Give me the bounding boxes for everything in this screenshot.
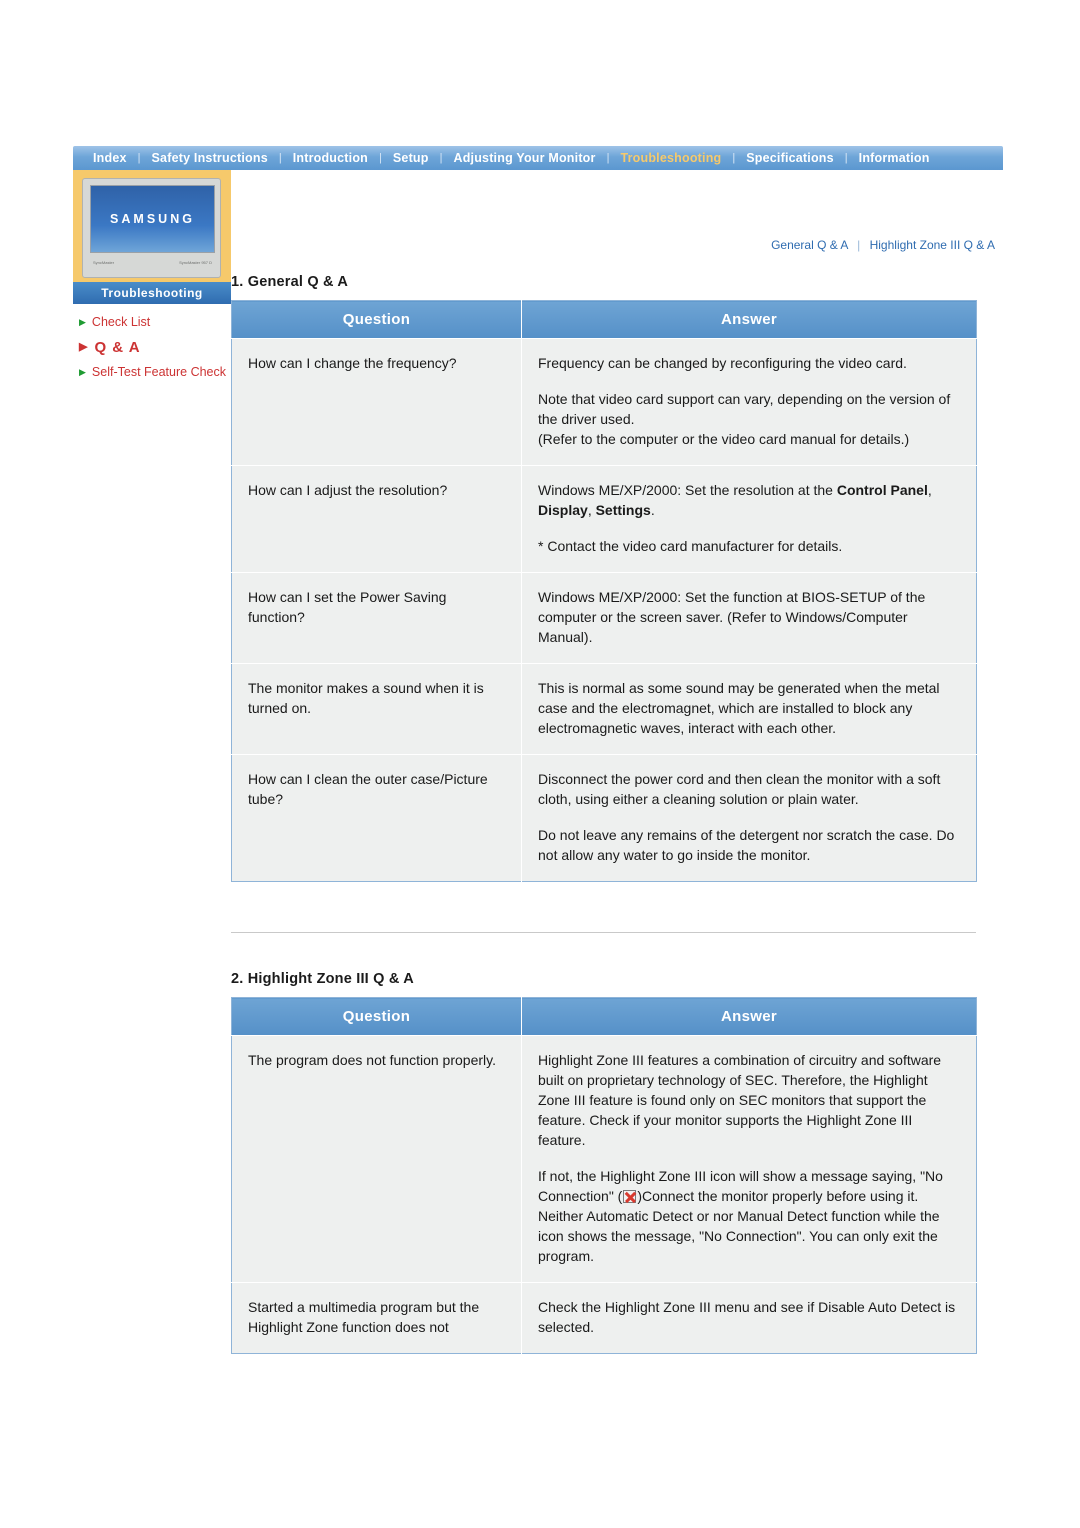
nav-item-safety-instructions[interactable]: Safety Instructions <box>142 151 278 165</box>
nav-item-specifications[interactable]: Specifications <box>736 151 844 165</box>
answer-paragraph: (Refer to the computer or the video card… <box>538 431 910 447</box>
nav-item-troubleshooting[interactable]: Troubleshooting <box>610 151 731 165</box>
main-content: General Q & A | Highlight Zone III Q & A… <box>231 180 1003 1354</box>
nav-item-introduction[interactable]: Introduction <box>283 151 378 165</box>
answer-paragraph: Windows ME/XP/2000: Set the resolution a… <box>538 482 932 518</box>
answer-cell: Check the Highlight Zone III menu and se… <box>521 1282 977 1354</box>
question-text: Started a multimedia program but the Hig… <box>248 1299 480 1335</box>
highlight-zone-qa-table: Question Answer The program does not fun… <box>231 997 977 1354</box>
nav-item-adjusting-your-monitor[interactable]: Adjusting Your Monitor <box>443 151 605 165</box>
question-text: The program does not function properly. <box>248 1052 496 1068</box>
table-row: The monitor makes a sound when it is tur… <box>231 663 977 755</box>
answer-cell: Frequency can be changed by reconfigurin… <box>521 338 977 466</box>
sidebar: SAMSUNG SyncMaster SyncMaster 957 D Trou… <box>73 170 231 389</box>
no-connection-icon <box>623 1190 637 1203</box>
question-cell: The monitor makes a sound when it is tur… <box>231 663 522 755</box>
table-row: How can I clean the outer case/Picture t… <box>231 754 977 882</box>
sidebar-item-label: Q & A <box>94 339 141 356</box>
page-root: Index | Safety Instructions | Introducti… <box>0 0 1080 1528</box>
sidebar-links: ▶ Check List ▶ Q & A ▶ Self-Test Feature… <box>73 304 231 381</box>
table-row: How can I set the Power Saving function?… <box>231 572 977 664</box>
question-cell: How can I set the Power Saving function? <box>231 572 522 664</box>
section-divider <box>231 932 976 933</box>
answer-cell: Windows ME/XP/2000: Set the function at … <box>521 572 977 664</box>
breadcrumb: General Q & A | Highlight Zone III Q & A <box>231 238 1003 252</box>
general-qa-table: Question Answer How can I change the fre… <box>231 300 977 882</box>
nav-item-index[interactable]: Index <box>83 151 137 165</box>
samsung-logo: SAMSUNG <box>110 212 195 226</box>
column-header-question: Question <box>231 997 522 1036</box>
section-title-highlight-zone-qa: 2. Highlight Zone III Q & A <box>231 971 414 987</box>
breadcrumb-link-highlight-zone-qa[interactable]: Highlight Zone III Q & A <box>870 238 995 252</box>
answer-paragraph: * Contact the video card manufacturer fo… <box>538 538 843 554</box>
question-text: How can I clean the outer case/Picture t… <box>248 771 488 807</box>
question-text: How can I set the Power Saving function? <box>248 589 447 625</box>
sidebar-item-self-test-feature-check[interactable]: ▶ Self-Test Feature Check <box>73 364 231 381</box>
question-cell: How can I change the frequency? <box>231 338 522 466</box>
answer-cell: Highlight Zone III features a combinatio… <box>521 1035 977 1283</box>
sidebar-section-banner: Troubleshooting <box>73 282 231 304</box>
column-header-answer: Answer <box>521 300 977 339</box>
answer-paragraph: Note that video card support can vary, d… <box>538 391 951 427</box>
top-navigation-bar: Index | Safety Instructions | Introducti… <box>73 146 1003 170</box>
table-header-row: Question Answer <box>231 300 977 339</box>
arrow-right-icon: ▶ <box>79 317 86 327</box>
question-cell: How can I clean the outer case/Picture t… <box>231 754 522 882</box>
sidebar-item-label: Check List <box>91 315 151 329</box>
column-header-question: Question <box>231 300 522 339</box>
question-cell: The program does not function properly. <box>231 1035 522 1283</box>
monitor-base: SyncMaster SyncMaster 957 D <box>90 256 215 268</box>
nav-item-setup[interactable]: Setup <box>383 151 439 165</box>
table-row: Started a multimedia program but the Hig… <box>231 1282 977 1354</box>
arrow-right-icon: ▶ <box>79 341 89 353</box>
question-text: How can I adjust the resolution? <box>248 482 448 498</box>
monitor-graphic: SAMSUNG SyncMaster SyncMaster 957 D <box>82 178 221 278</box>
answer-paragraph: Check the Highlight Zone III menu and se… <box>538 1299 956 1335</box>
answer-paragraph: Do not leave any remains of the detergen… <box>538 827 955 863</box>
answer-paragraph: Frequency can be changed by reconfigurin… <box>538 355 907 371</box>
nav-item-information[interactable]: Information <box>849 151 940 165</box>
question-text: The monitor makes a sound when it is tur… <box>248 680 484 716</box>
arrow-right-icon: ▶ <box>79 367 86 377</box>
answer-cell: Disconnect the power cord and then clean… <box>521 754 977 882</box>
monitor-screen: SAMSUNG <box>90 185 215 253</box>
sidebar-item-check-list[interactable]: ▶ Check List <box>73 314 231 331</box>
answer-cell: This is normal as some sound may be gene… <box>521 663 977 755</box>
answer-paragraph: Highlight Zone III features a combinatio… <box>538 1052 942 1148</box>
table-row: How can I adjust the resolution? Windows… <box>231 465 977 573</box>
table-row: The program does not function properly. … <box>231 1035 977 1283</box>
question-text: How can I change the frequency? <box>248 355 457 371</box>
answer-paragraph: If not, the Highlight Zone III icon will… <box>538 1168 943 1264</box>
answer-paragraph: Disconnect the power cord and then clean… <box>538 771 941 807</box>
answer-paragraph: Windows ME/XP/2000: Set the function at … <box>538 589 926 645</box>
monitor-brand-label: SyncMaster <box>93 259 115 265</box>
answer-cell: Windows ME/XP/2000: Set the resolution a… <box>521 465 977 573</box>
sidebar-item-q-and-a[interactable]: ▶ Q & A <box>73 339 231 356</box>
question-cell: Started a multimedia program but the Hig… <box>231 1282 522 1354</box>
breadcrumb-link-general-qa[interactable]: General Q & A <box>771 238 848 252</box>
sidebar-item-label: Self-Test Feature Check <box>91 365 227 379</box>
column-header-answer: Answer <box>521 997 977 1036</box>
answer-paragraph: This is normal as some sound may be gene… <box>538 680 940 736</box>
breadcrumb-separator: | <box>857 238 861 252</box>
table-row: How can I change the frequency? Frequenc… <box>231 338 977 466</box>
monitor-model-label: SyncMaster 957 D <box>179 259 212 265</box>
table-header-row: Question Answer <box>231 997 977 1036</box>
question-cell: How can I adjust the resolution? <box>231 465 522 573</box>
monitor-illustration: SAMSUNG SyncMaster SyncMaster 957 D <box>73 170 231 282</box>
section-title-general-qa: 1. General Q & A <box>231 274 349 290</box>
